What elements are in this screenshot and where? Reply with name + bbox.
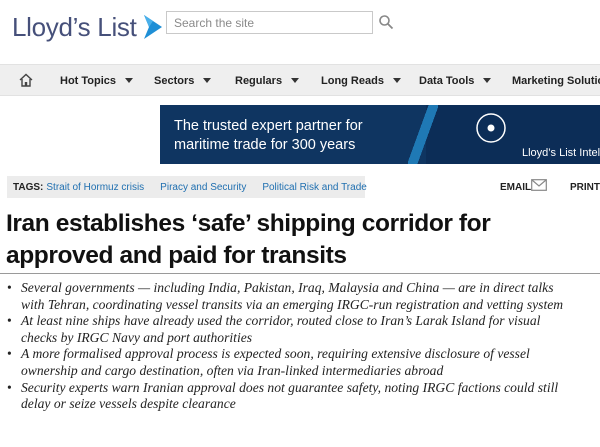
chevron-down-icon (392, 78, 401, 83)
site-logo[interactable]: Lloyd’s List (12, 9, 163, 45)
envelope-icon[interactable] (531, 179, 547, 191)
chevron-down-icon (125, 78, 134, 83)
search-icon[interactable] (378, 14, 394, 30)
home-icon[interactable] (18, 72, 34, 88)
nav-item-label: Data Tools (419, 74, 475, 87)
nav-regulars[interactable]: Regulars (235, 65, 300, 96)
nav-item-label: Hot Topics (60, 74, 117, 87)
nav-marketing-solutions[interactable]: Marketing Solutions (512, 65, 600, 96)
nav-item-label: Regulars (235, 74, 283, 87)
summary-bullet: Security experts warn Iranian approval d… (6, 380, 566, 413)
logo-arrow-icon (143, 15, 162, 39)
nav-data-tools[interactable]: Data Tools (419, 65, 492, 96)
banner-headline-line2: maritime trade for 300 years (174, 137, 356, 153)
advert-banner[interactable]: The trusted expert partner for maritime … (160, 105, 600, 164)
print-button[interactable]: PRINT (570, 182, 600, 193)
nav-long-reads[interactable]: Long Reads (321, 65, 401, 96)
logo-text: Lloyd’s List (12, 11, 137, 42)
banner-headline-line1: The trusted expert partner for (174, 118, 363, 134)
summary-bullet: A more formalised approval process is ex… (6, 346, 566, 379)
tags-label: TAGS: (13, 181, 44, 193)
email-button[interactable]: EMAIL (500, 182, 531, 193)
chevron-down-icon (483, 78, 492, 83)
nav-hot-topics[interactable]: Hot Topics (60, 65, 134, 96)
tag-link[interactable]: Political Risk and Trade (262, 182, 367, 193)
site-header: Lloyd’s List (0, 0, 600, 64)
search-box (166, 11, 373, 34)
article-headline: Iran establishes ‘safe’ shipping corrido… (6, 210, 491, 269)
search-input[interactable] (167, 12, 372, 33)
nav-item-label: Marketing Solutions (512, 74, 600, 87)
headline-divider (0, 273, 600, 274)
banner-stripe (408, 105, 438, 164)
tags-bar: TAGS: Strait of Hormuz crisis Piracy and… (7, 176, 367, 198)
nav-item-label: Long Reads (321, 74, 384, 87)
summary-bullet: At least nine ships have already used th… (6, 313, 566, 346)
nav-sectors[interactable]: Sectors (154, 65, 212, 96)
main-nav: Hot Topics Sectors Regulars Long Reads D… (0, 64, 600, 96)
tag-link[interactable]: Strait of Hormuz crisis (46, 182, 144, 193)
article-summary-bullets: Several governments — including India, P… (6, 280, 566, 413)
summary-bullet: Several governments — including India, P… (6, 280, 566, 313)
chevron-down-icon (291, 78, 300, 83)
chevron-down-icon (203, 78, 212, 83)
nav-item-label: Sectors (154, 74, 195, 87)
target-icon (476, 113, 506, 143)
banner-brand: Lloyd’s List Intelligence (522, 147, 600, 159)
tag-link[interactable]: Piracy and Security (160, 182, 246, 193)
